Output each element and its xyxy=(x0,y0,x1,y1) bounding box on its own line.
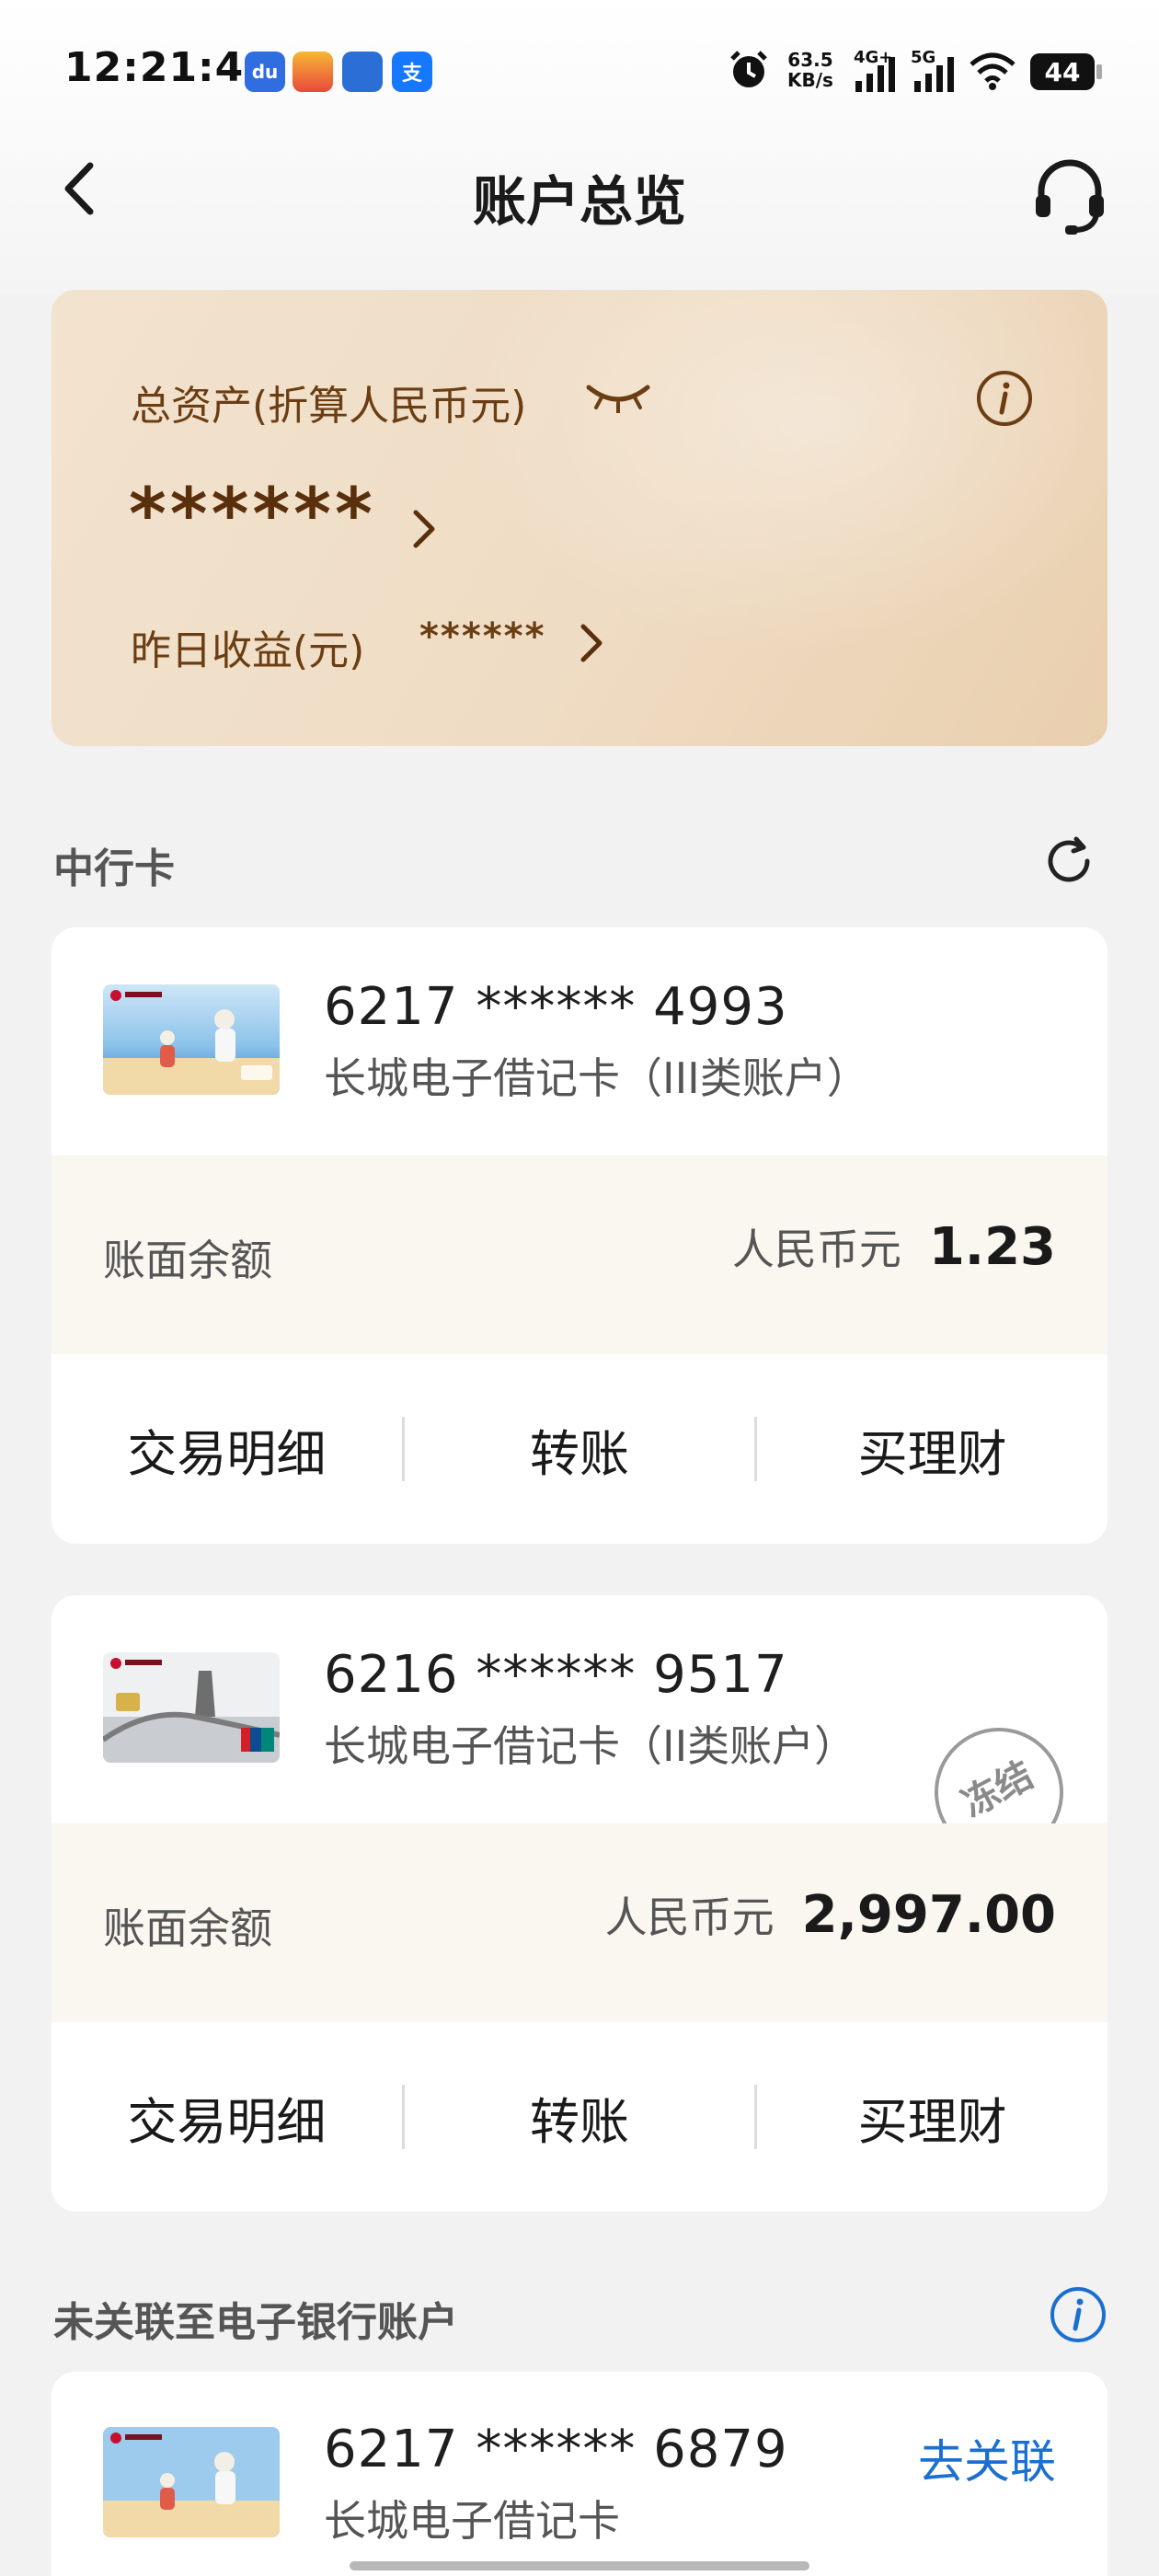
link-account-button[interactable]: 去关联 xyxy=(918,2425,1056,2491)
balance-currency: 人民币元 xyxy=(604,1892,775,1942)
page-title: 账户总览 xyxy=(472,170,686,233)
hide-balance-eye-icon[interactable] xyxy=(585,380,651,413)
battery-indicator: 44 xyxy=(1030,53,1102,90)
shopping-app-icon xyxy=(342,52,383,92)
transaction-details-button[interactable]: 交易明细 xyxy=(52,1413,402,1486)
section-title-unlinked-accounts: 未关联至电子银行账户 xyxy=(53,2299,458,2346)
balance-amount: 2,997.00 xyxy=(801,1885,1056,1945)
alipay-app-icon: 支 xyxy=(392,52,432,92)
info-icon[interactable] xyxy=(975,369,1034,428)
frozen-status-stamp: 冻结 xyxy=(912,1705,1086,1823)
card-actions: 交易明细 转账 买理财 xyxy=(52,2022,1107,2212)
alarm-icon xyxy=(730,51,767,87)
balance-row: 账面余额 人民币元 1.23 xyxy=(52,1156,1107,1354)
balance-value: 人民币元 2,997.00 xyxy=(605,1884,1056,1945)
info-icon[interactable] xyxy=(1049,2285,1107,2344)
pinduoduo-app-icon xyxy=(293,52,333,92)
balance-currency: 人民币元 xyxy=(731,1225,901,1274)
chevron-right-icon[interactable] xyxy=(410,507,438,551)
total-assets-value: ****** xyxy=(129,474,376,557)
buy-wealth-product-button[interactable]: 买理财 xyxy=(757,1413,1107,1486)
card-actions: 交易明细 转账 买理财 xyxy=(52,1354,1107,1544)
card-type: 长城电子借记卡 xyxy=(324,2496,620,2546)
debit-card-image xyxy=(103,2427,280,2537)
balance-amount: 1.23 xyxy=(928,1217,1056,1277)
signal-icon-4g xyxy=(855,57,895,92)
transfer-button[interactable]: 转账 xyxy=(405,1413,755,1486)
card-sheen xyxy=(464,290,1107,658)
debit-card-image xyxy=(103,984,280,1095)
home-indicator[interactable] xyxy=(350,2561,809,2570)
transfer-button[interactable]: 转账 xyxy=(405,2081,755,2154)
card-number: 6217 ****** 4993 xyxy=(324,977,788,1037)
balance-row: 账面余额 人民币元 2,997.00 xyxy=(52,1823,1107,2022)
balance-label: 账面余额 xyxy=(103,1236,272,1285)
yesterday-earnings-value: ****** xyxy=(419,615,546,658)
section-title-boc-cards: 中行卡 xyxy=(53,845,175,892)
unlinked-account-card[interactable]: 6217 ****** 6879 长城电子借记卡 去关联 xyxy=(52,2372,1107,2576)
refresh-icon[interactable] xyxy=(1043,835,1095,887)
transaction-details-button[interactable]: 交易明细 xyxy=(52,2081,402,2154)
status-time: 12:21:41 xyxy=(64,44,273,91)
total-assets-label: 总资产(折算人民币元) xyxy=(131,383,527,430)
balance-value: 人民币元 1.23 xyxy=(732,1216,1056,1277)
total-assets-card[interactable]: 总资产(折算人民币元) ****** 昨日收益(元) ****** xyxy=(52,290,1107,746)
chevron-right-icon[interactable] xyxy=(578,621,605,665)
frozen-stamp-area: 冻结 xyxy=(52,1595,1107,1823)
wifi-icon xyxy=(970,52,1016,90)
network-speed: 63.5 KB/s xyxy=(787,49,833,91)
card-number: 6217 ****** 6879 xyxy=(324,2420,788,2479)
baidu-app-icon: du xyxy=(245,52,285,92)
account-card[interactable]: 6217 ****** 4993 长城电子借记卡（III类账户） 账面余额 人民… xyxy=(52,927,1107,1544)
yesterday-earnings-label: 昨日收益(元) xyxy=(131,627,365,674)
balance-label: 账面余额 xyxy=(103,1903,272,1953)
status-bar: 12:21:41 du 支 63.5 KB/s 4G+ 5G 44 xyxy=(0,0,1159,138)
signal-icon-5g xyxy=(914,57,954,92)
card-type: 长城电子借记卡（III类账户） xyxy=(324,1053,869,1103)
account-card[interactable]: 6216 ****** 9517 长城电子借记卡（II类账户） 冻结 账面余额 … xyxy=(52,1595,1107,2212)
buy-wealth-product-button[interactable]: 买理财 xyxy=(757,2081,1107,2154)
customer-service-icon[interactable] xyxy=(1028,155,1111,237)
